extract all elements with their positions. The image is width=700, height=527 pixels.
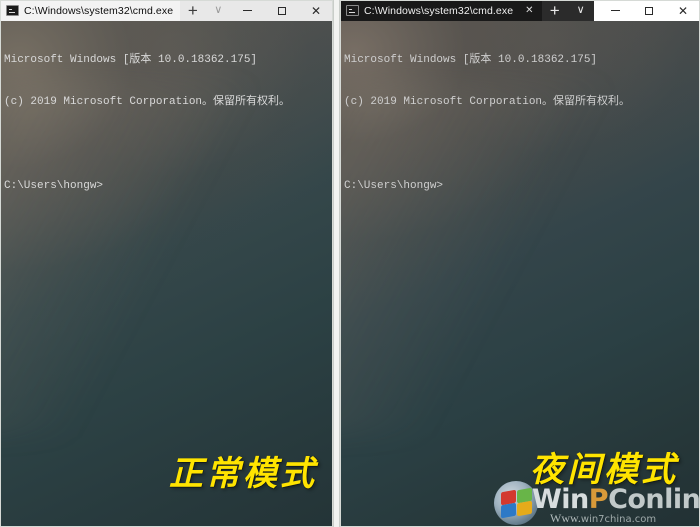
close-icon: ✕ bbox=[310, 3, 322, 18]
console-line-2: (c) 2019 Microsoft Corporation。保留所有权利。 bbox=[4, 96, 291, 108]
mode-caption-night: 夜间模式 bbox=[530, 450, 678, 490]
close-button[interactable]: ✕ bbox=[298, 0, 333, 21]
panel-divider bbox=[333, 0, 340, 527]
title-bar-normal: C:\Windows\system32\cmd.exe + ∨ ✕ bbox=[0, 0, 333, 21]
maximize-icon bbox=[645, 6, 653, 15]
screenshot-stage: C:\Windows\system32\cmd.exe + ∨ ✕ Micros… bbox=[0, 0, 700, 527]
maximize-icon bbox=[277, 6, 286, 15]
console-line-1: Microsoft Windows [版本 10.0.18362.175] bbox=[4, 54, 258, 66]
console-prompt: C:\Users\hongw> bbox=[4, 180, 104, 192]
console-line-1: Microsoft Windows [版本 10.0.18362.175] bbox=[344, 54, 598, 66]
tab-strip-night: C:\Windows\system32\cmd.exe ✕ bbox=[340, 0, 542, 21]
console-body-normal[interactable]: Microsoft Windows [版本 10.0.18362.175] (c… bbox=[0, 21, 333, 527]
console-line-3 bbox=[344, 137, 700, 151]
window-controls-night: ✕ bbox=[598, 0, 700, 21]
tab-cmd-normal[interactable]: C:\Windows\system32\cmd.exe bbox=[0, 0, 181, 21]
cmd-icon bbox=[6, 5, 19, 16]
chevron-down-icon[interactable]: ∨ bbox=[205, 0, 231, 21]
mode-caption-normal: 正常模式 bbox=[169, 454, 317, 494]
tab-strip-normal: C:\Windows\system32\cmd.exe bbox=[0, 0, 181, 21]
tab-cmd-night[interactable]: C:\Windows\system32\cmd.exe ✕ bbox=[340, 0, 542, 21]
chevron-down-icon[interactable]: ∨ bbox=[567, 0, 594, 21]
tab-close-icon[interactable]: ✕ bbox=[524, 5, 534, 16]
minimize-icon bbox=[243, 10, 253, 11]
tab-title: C:\Windows\system32\cmd.exe bbox=[24, 4, 174, 17]
console-prompt: C:\Users\hongw> bbox=[344, 180, 444, 192]
close-icon: ✕ bbox=[677, 3, 689, 18]
maximize-button[interactable] bbox=[632, 0, 666, 21]
new-tab-button[interactable]: + bbox=[180, 0, 206, 21]
cmd-icon bbox=[346, 5, 359, 16]
console-window-night: C:\Windows\system32\cmd.exe ✕ + ∨ ✕ Micr… bbox=[340, 0, 700, 527]
minimize-button[interactable] bbox=[598, 0, 632, 21]
new-tab-button[interactable]: + bbox=[541, 0, 568, 21]
close-button[interactable]: ✕ bbox=[666, 0, 700, 21]
console-line-2: (c) 2019 Microsoft Corporation。保留所有权利。 bbox=[344, 96, 631, 108]
title-bar-night: C:\Windows\system32\cmd.exe ✕ + ∨ ✕ bbox=[340, 0, 700, 21]
console-line-3 bbox=[4, 137, 333, 151]
console-body-night[interactable]: Microsoft Windows [版本 10.0.18362.175] (c… bbox=[340, 21, 700, 527]
minimize-icon bbox=[610, 10, 620, 11]
maximize-button[interactable] bbox=[264, 0, 299, 21]
window-controls-normal: ✕ bbox=[230, 0, 333, 21]
tab-title: C:\Windows\system32\cmd.exe bbox=[364, 4, 514, 17]
console-output-normal: Microsoft Windows [版本 10.0.18362.175] (c… bbox=[0, 21, 333, 221]
minimize-button[interactable] bbox=[230, 0, 265, 21]
console-window-normal: C:\Windows\system32\cmd.exe + ∨ ✕ Micros… bbox=[0, 0, 333, 527]
console-output-night: Microsoft Windows [版本 10.0.18362.175] (c… bbox=[340, 21, 700, 221]
